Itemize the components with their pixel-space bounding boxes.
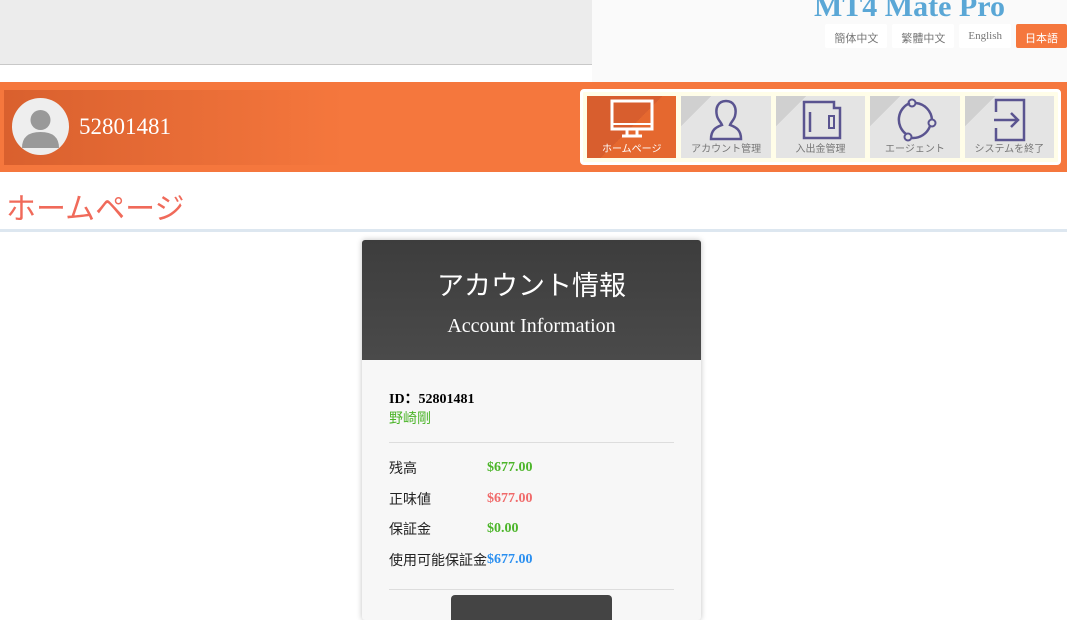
nav-home[interactable]: ホームページ xyxy=(587,96,677,158)
nav-deposit-withdraw[interactable]: 入出金管理 xyxy=(775,96,866,158)
language-switcher: 簡体中文 繁體中文 English 日本語 xyxy=(825,24,1067,48)
nav-logout[interactable]: システムを終了 xyxy=(964,96,1055,158)
logout-icon xyxy=(994,98,1026,142)
user-avatar-icon xyxy=(22,110,59,148)
top-left-panel xyxy=(0,0,592,65)
main-nav: ホームページ アカウント管理 入出金管理 エージェント システムを終了 xyxy=(580,89,1061,165)
margin-value: $0.00 xyxy=(487,521,519,537)
card-header: アカウント情報 Account Information xyxy=(362,240,701,360)
divider xyxy=(389,589,674,590)
lang-zh-hans[interactable]: 簡体中文 xyxy=(825,24,888,48)
user-id: 52801481 xyxy=(79,114,171,139)
card-title-jp: アカウント情報 xyxy=(437,271,626,301)
nav-agent[interactable]: エージェント xyxy=(870,96,960,158)
card-action-button[interactable] xyxy=(451,595,612,620)
monitor-icon xyxy=(610,99,654,138)
balance-value: $677.00 xyxy=(487,460,533,476)
account-info-card: アカウント情報 Account Information ID：52801481 … xyxy=(362,240,701,620)
equity-value: $677.00 xyxy=(487,490,533,506)
page-title: ホームページ xyxy=(6,193,185,226)
balance-row: 残高 $677.00 xyxy=(389,460,533,478)
lang-zh-hant[interactable]: 繁體中文 xyxy=(892,24,955,48)
share-icon xyxy=(897,98,937,142)
brand-logo: MT4 Mate Pro xyxy=(813,0,1005,23)
divider xyxy=(0,229,1067,232)
avatar xyxy=(12,98,69,155)
top-nav-bar: 52801481 ホームページ アカウント管理 入出金管理 エージェント システ… xyxy=(0,82,1067,172)
wallet-icon xyxy=(802,100,841,140)
account-name: 野崎剛 xyxy=(389,412,431,427)
margin-row: 保証金 $0.00 xyxy=(389,521,519,539)
lang-ja[interactable]: 日本語 xyxy=(1016,24,1067,48)
account-id: ID：52801481 xyxy=(389,392,475,407)
header-brand-area: MT4 Mate Pro 簡体中文 繁體中文 English 日本語 xyxy=(592,0,1067,82)
equity-row: 正味値 $677.00 xyxy=(389,490,533,508)
user-panel: 52801481 xyxy=(4,90,344,165)
free-margin-row: 使用可能保証金 $677.00 xyxy=(389,551,533,569)
divider xyxy=(389,442,674,443)
nav-account[interactable]: アカウント管理 xyxy=(681,96,771,158)
free-margin-value: $677.00 xyxy=(487,551,533,567)
lang-en[interactable]: English xyxy=(959,24,1011,48)
user-icon xyxy=(709,99,743,141)
card-title-en: Account Information xyxy=(447,315,616,337)
